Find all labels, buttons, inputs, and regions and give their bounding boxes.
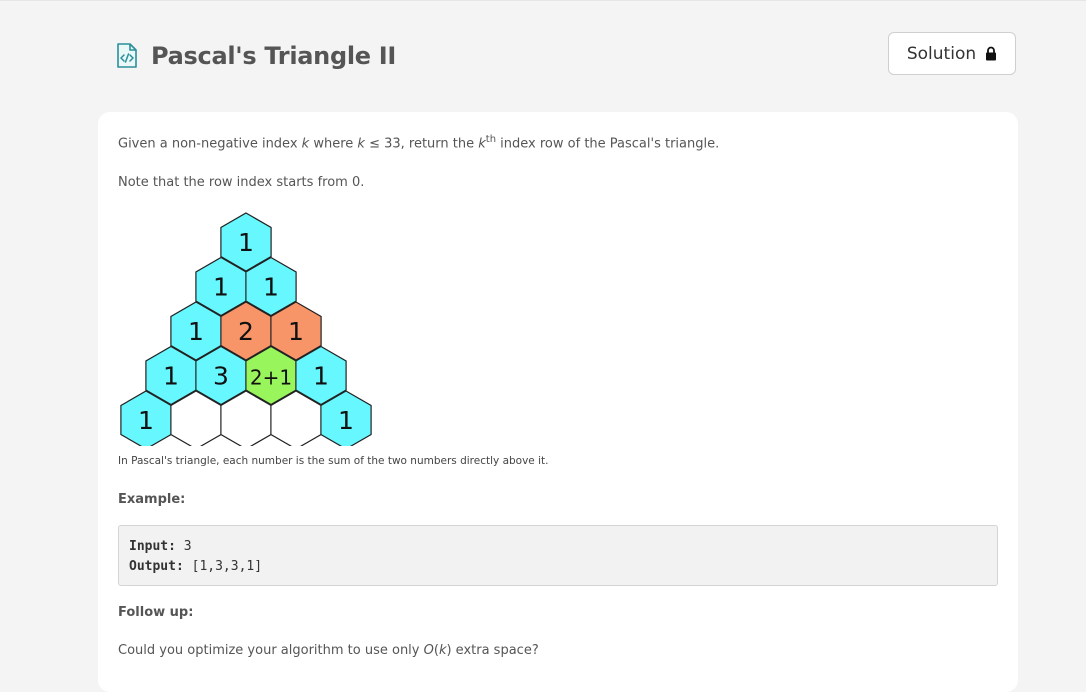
hex-cell-label: 1 bbox=[263, 273, 279, 302]
example-heading: Example: bbox=[118, 492, 186, 507]
pascal-triangle-figure: 11 11 2 11 3 2+1 11 1 bbox=[120, 212, 372, 446]
code-file-icon bbox=[117, 43, 137, 68]
hex-cell-label: 1 bbox=[238, 228, 254, 257]
hex-cell-label: 1 bbox=[288, 317, 304, 346]
example-code-block: Input: 3 Output: [1,3,3,1] bbox=[118, 525, 998, 586]
hex-cell-label: 1 bbox=[138, 406, 154, 435]
row-index-note: Note that the row index starts from 0. bbox=[118, 175, 365, 190]
hex-cell-label: 1 bbox=[313, 362, 329, 391]
top-border bbox=[0, 0, 1086, 1]
problem-statement: Given a non-negative index k where k ≤ 3… bbox=[118, 134, 720, 152]
hex-cell-label: 1 bbox=[213, 273, 229, 302]
followup-heading: Follow up: bbox=[118, 605, 194, 620]
page-title: Pascal's Triangle II bbox=[151, 42, 397, 70]
figure-caption: In Pascal's triangle, each number is the… bbox=[118, 455, 549, 467]
hex-cell-label: 1 bbox=[338, 406, 354, 435]
problem-header: Pascal's Triangle II bbox=[116, 39, 396, 73]
hex-cell-label: 1 bbox=[163, 362, 179, 391]
lock-icon bbox=[986, 46, 997, 61]
followup-text: Could you optimize your algorithm to use… bbox=[118, 643, 539, 658]
hex-cell-label: 2+1 bbox=[250, 366, 292, 390]
solution-button[interactable]: Solution bbox=[888, 32, 1016, 75]
problem-card: Given a non-negative index k where k ≤ 3… bbox=[98, 112, 1018, 692]
hex-cell-label: 2 bbox=[238, 317, 254, 346]
hex-cell-label: 1 bbox=[188, 317, 204, 346]
example-output-line: Output: [1,3,3,1] bbox=[129, 559, 263, 574]
example-input-line: Input: 3 bbox=[129, 539, 192, 554]
solution-button-label: Solution bbox=[906, 43, 977, 64]
hex-cell-label: 3 bbox=[213, 362, 229, 391]
